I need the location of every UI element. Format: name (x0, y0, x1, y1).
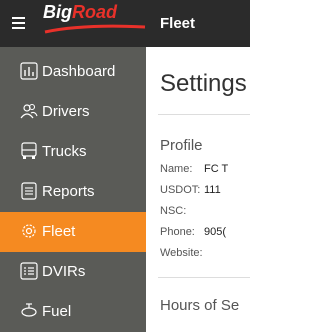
sidebar-item-reports[interactable]: Reports (0, 172, 146, 212)
sidebar-item-trucks[interactable]: Trucks (0, 132, 146, 172)
bigroad-logo[interactable]: BigRoad (43, 0, 147, 35)
phone-value: 905( (204, 226, 227, 238)
section-divider (158, 277, 250, 278)
users-icon (20, 103, 38, 119)
hours-section-title: Hours of Se (160, 297, 240, 314)
bar-chart-icon (20, 62, 38, 80)
nsc-label: NSC: (160, 205, 187, 217)
profile-section-title: Profile (160, 137, 203, 154)
document-icon (21, 182, 37, 200)
phone-label: Phone: (160, 226, 195, 238)
sidebar-item-label: Fleet (42, 223, 76, 240)
sidebar-item-label: DVIRs (42, 263, 86, 280)
settings-content: Settings Profile Name: FC T USDOT: 111 N… (146, 47, 250, 332)
sidebar-item-dvirs[interactable]: DVIRs (0, 252, 146, 292)
title-divider (158, 114, 250, 115)
truck-icon (21, 142, 37, 159)
gear-icon (22, 224, 36, 238)
usdot-label: USDOT: (160, 184, 201, 196)
sidebar-item-label: Dashboard (42, 63, 116, 80)
top-bar: BigRoad Fleet (0, 0, 250, 47)
sidebar-item-fleet[interactable]: Fleet (0, 212, 146, 252)
sidebar-item-fuel[interactable]: Fuel (0, 292, 146, 332)
sidebar-item-label: Reports (42, 183, 95, 200)
logo-text: BigRoad (43, 2, 117, 22)
page-header-title: Fleet (160, 15, 196, 32)
sidebar-item-dashboard[interactable]: Dashboard (0, 52, 146, 92)
hamburger-menu-icon[interactable] (12, 17, 25, 29)
name-value: FC T (204, 163, 229, 175)
usdot-value: 111 (204, 184, 221, 196)
settings-title: Settings (160, 70, 247, 97)
sidebar-item-label: Drivers (42, 103, 90, 120)
sidebar: Dashboard Drivers Trucks Reports Fleet D… (0, 47, 146, 332)
fuel-icon (21, 303, 37, 317)
name-label: Name: (160, 163, 193, 175)
sidebar-item-drivers[interactable]: Drivers (0, 92, 146, 132)
sidebar-item-label: Fuel (42, 303, 72, 320)
sidebar-item-label: Trucks (42, 143, 87, 160)
website-label: Website: (160, 247, 203, 259)
list-icon (20, 262, 38, 280)
logo-swoosh-icon (44, 24, 146, 34)
